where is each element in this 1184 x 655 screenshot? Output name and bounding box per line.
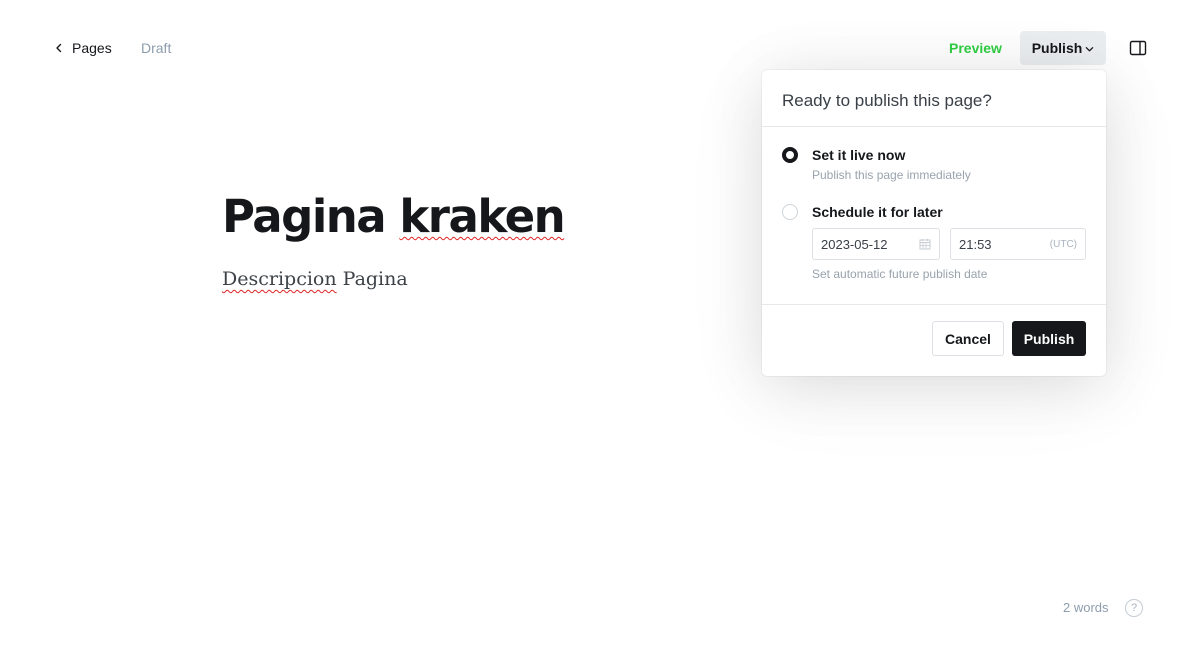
schedule-hint: Set automatic future publish date	[812, 267, 988, 281]
preview-button[interactable]: Preview	[941, 31, 1010, 65]
publish-menu-trigger[interactable]: Publish	[1020, 31, 1106, 65]
popover-divider	[762, 304, 1106, 305]
cancel-button[interactable]: Cancel	[932, 321, 1004, 356]
chevron-left-icon	[56, 43, 62, 53]
post-body[interactable]: Descripcion Pagina	[222, 268, 408, 290]
help-icon[interactable]: ?	[1125, 599, 1143, 617]
back-to-pages-link[interactable]: Pages	[54, 40, 112, 56]
schedule-time-field[interactable]: 21:53 (UTC)	[950, 228, 1086, 260]
publish-now-label: Set it live now	[812, 147, 906, 163]
editor-page: Pages Draft Preview Publish Pagina krake…	[0, 0, 1184, 655]
publish-now-description: Publish this page immediately	[812, 168, 971, 182]
timezone-label: (UTC)	[1049, 238, 1077, 250]
schedule-date-value: 2023-05-12	[821, 236, 888, 252]
help-icon-glyph: ?	[1130, 602, 1138, 614]
schedule-later-radio[interactable]	[782, 204, 798, 220]
post-title[interactable]: Pagina kraken	[222, 190, 566, 243]
publish-trigger-label: Publish	[1031, 40, 1083, 56]
back-link-label: Pages	[72, 40, 112, 56]
schedule-later-label: Schedule it for later	[812, 204, 943, 220]
schedule-time-value: 21:53	[959, 236, 992, 252]
misspelled-title-word: kraken	[399, 190, 565, 243]
word-count: 2 words	[1063, 600, 1109, 615]
publish-now-radio[interactable]	[782, 147, 798, 163]
publish-popover-heading: Ready to publish this page?	[762, 70, 1106, 127]
calendar-icon	[919, 239, 931, 250]
publish-now-option[interactable]: Set it live now Publish this page immedi…	[782, 147, 971, 182]
chevron-down-icon	[1086, 47, 1094, 52]
body-word: Pagina	[342, 268, 408, 290]
misspelled-body-word: Descripcion	[222, 268, 337, 290]
confirm-publish-button[interactable]: Publish	[1012, 321, 1086, 356]
sidebar-toggle-icon[interactable]	[1129, 39, 1147, 57]
schedule-date-field[interactable]: 2023-05-12	[812, 228, 940, 260]
title-word: Pagina	[222, 190, 387, 243]
post-status: Draft	[141, 40, 172, 56]
publish-popover: Ready to publish this page? Set it live …	[762, 70, 1106, 376]
schedule-later-option[interactable]: Schedule it for later	[782, 204, 943, 220]
